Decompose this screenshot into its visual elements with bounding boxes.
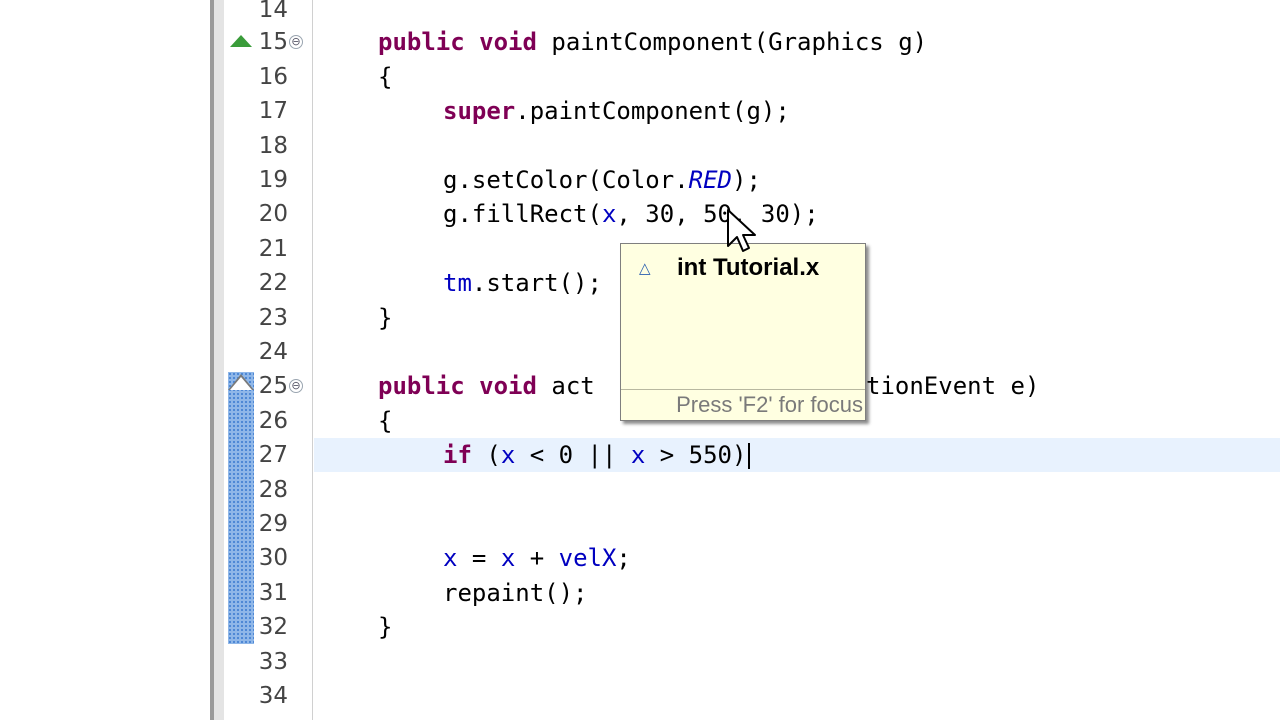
code-text: { — [378, 407, 393, 435]
code-text: + — [515, 544, 559, 572]
code-line-22[interactable]: tm.start(); — [443, 266, 602, 300]
code-text: tionEvent e) — [866, 372, 1040, 400]
line-number: 19 — [258, 167, 288, 193]
line-number: 18 — [258, 133, 288, 159]
line-number: 22 — [258, 270, 288, 296]
code-text: ); — [732, 166, 761, 194]
code-line-16[interactable]: { — [378, 60, 392, 94]
code-text: = — [457, 544, 501, 572]
line-number: 31 — [258, 580, 288, 606]
code-text: > 550) — [645, 441, 747, 469]
fold-collapse-icon[interactable]: ⊖ — [289, 379, 303, 393]
code-line-30[interactable]: x = x + velX; — [443, 541, 631, 575]
code-line-19[interactable]: g.setColor(Color.RED); — [443, 163, 761, 197]
view-border-inner — [214, 0, 224, 720]
field: x — [500, 441, 516, 469]
code-text: paintComponent(Graphics g) — [551, 28, 928, 56]
code-text: , 30, 50, 30); — [616, 200, 819, 228]
gutter-separator — [312, 0, 313, 720]
code-line-25-tail[interactable]: tionEvent e) — [866, 369, 1039, 403]
code-line-26[interactable]: { — [378, 404, 392, 438]
hovered-field-x[interactable]: x — [602, 200, 616, 228]
line-number: 28 — [258, 477, 288, 503]
code-line-20[interactable]: g.fillRect(x, 30, 50, 30); — [443, 197, 819, 231]
code-text: ( — [471, 441, 501, 469]
line-number: 14 — [258, 0, 288, 23]
code-text: g.fillRect( — [443, 200, 602, 228]
line-number: 17 — [258, 98, 288, 124]
javadoc-hover-popup[interactable]: △ int Tutorial.x Press 'F2' for focus — [620, 243, 866, 421]
code-text: { — [378, 63, 393, 91]
line-number: 30 — [258, 545, 288, 571]
line-number: 32 — [258, 614, 288, 640]
code-line-31[interactable]: repaint(); — [443, 576, 588, 610]
keyword: if — [443, 441, 472, 469]
hover-title: int Tutorial.x — [677, 254, 820, 281]
code-line-25[interactable]: public void act — [378, 369, 595, 403]
field: x — [443, 544, 458, 572]
keyword: public — [378, 372, 465, 400]
code-line-23[interactable]: } — [378, 301, 392, 335]
line-number: 16 — [258, 64, 288, 90]
static-field: RED — [688, 166, 732, 194]
hover-focus-hint: Press 'F2' for focus — [676, 392, 863, 417]
code-line-17[interactable]: super.paintComponent(g); — [443, 94, 790, 128]
field-triangle-icon: △ — [639, 259, 651, 277]
code-text: .start(); — [471, 269, 602, 297]
keyword: void — [479, 372, 537, 400]
code-text: } — [378, 304, 393, 332]
line-number: 26 — [258, 408, 288, 434]
line-number: 25 — [258, 373, 288, 399]
code-text: .paintComponent(g); — [515, 97, 790, 125]
code-text: repaint(); — [443, 579, 588, 607]
fold-collapse-icon[interactable]: ⊖ — [289, 35, 303, 49]
code-line-32[interactable]: } — [378, 610, 392, 644]
line-number: 20 — [258, 201, 288, 227]
line-number: 21 — [258, 236, 288, 262]
line-number: 23 — [258, 305, 288, 331]
line-number: 29 — [258, 511, 288, 537]
code-text: ; — [616, 544, 631, 572]
code-line-15[interactable]: public void paintComponent(Graphics g) — [378, 25, 927, 59]
line-number: 15 — [258, 29, 288, 55]
field: velX — [558, 544, 617, 572]
code-text: } — [378, 613, 393, 641]
field: x — [630, 441, 646, 469]
text-caret — [748, 443, 751, 469]
keyword: super — [443, 97, 516, 125]
keyword: public — [378, 28, 465, 56]
hover-divider — [621, 389, 865, 390]
mouse-pointer-icon — [727, 209, 756, 252]
keyword: void — [479, 28, 537, 56]
field: tm — [443, 269, 472, 297]
code-text: < 0 || — [515, 441, 631, 469]
code-text: g.setColor(Color. — [443, 166, 689, 194]
left-panel-area — [0, 0, 210, 720]
code-line-27[interactable]: if (x < 0 || x > 550) — [443, 438, 751, 472]
line-number: 33 — [258, 649, 288, 675]
line-number: 24 — [258, 339, 288, 365]
code-text: act — [551, 372, 595, 400]
field: x — [500, 544, 516, 572]
line-number: 27 — [258, 442, 288, 468]
line-number: 34 — [258, 683, 288, 709]
